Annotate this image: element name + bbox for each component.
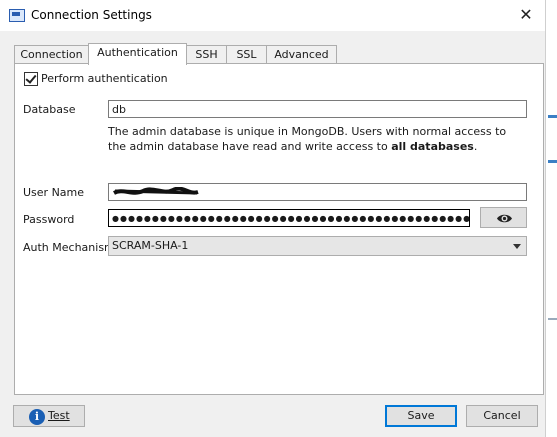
tab-connection[interactable]: Connection bbox=[14, 45, 89, 64]
database-label: Database bbox=[23, 103, 76, 116]
tab-authentication[interactable]: Authentication bbox=[88, 43, 187, 65]
tab-ssl[interactable]: SSL bbox=[226, 45, 267, 64]
tab-advanced[interactable]: Advanced bbox=[266, 45, 337, 64]
connection-settings-dialog: Connection Settings ✕ Connection Authent… bbox=[0, 0, 546, 437]
chevron-down-icon bbox=[513, 244, 521, 249]
database-field[interactable]: db bbox=[108, 100, 527, 118]
test-button-label: Test bbox=[48, 409, 70, 422]
perform-auth-label[interactable]: Perform authentication bbox=[41, 72, 168, 85]
show-password-button[interactable] bbox=[480, 207, 527, 228]
username-field[interactable] bbox=[108, 183, 527, 201]
cancel-button[interactable]: Cancel bbox=[466, 405, 538, 427]
perform-auth-checkbox[interactable] bbox=[24, 72, 38, 86]
title-bar[interactable]: Connection Settings ✕ bbox=[0, 0, 545, 31]
authentication-panel: Perform authentication Database db The a… bbox=[14, 63, 544, 395]
auth-mechanism-label: Auth Mechanism bbox=[23, 241, 115, 254]
database-help-text: The admin database is unique in MongoDB.… bbox=[108, 125, 507, 153]
password-label: Password bbox=[23, 213, 75, 226]
redacted-username-scribble bbox=[113, 187, 199, 195]
eye-icon bbox=[497, 214, 512, 223]
window-title: Connection Settings bbox=[31, 8, 152, 22]
window-app-icon bbox=[9, 9, 25, 22]
info-icon: i bbox=[29, 409, 45, 425]
auth-mechanism-select[interactable]: SCRAM-SHA-1 bbox=[108, 236, 527, 256]
auth-mechanism-value: SCRAM-SHA-1 bbox=[112, 239, 189, 252]
tab-ssh[interactable]: SSH bbox=[186, 45, 227, 64]
password-field[interactable]: ●●●●●●●●●●●●●●●●●●●●●●●●●●●●●●●●●●●●●●●●… bbox=[108, 209, 470, 227]
background-window-edge bbox=[546, 0, 557, 437]
username-label: User Name bbox=[23, 186, 85, 199]
save-button[interactable]: Save bbox=[385, 405, 457, 427]
close-icon[interactable]: ✕ bbox=[515, 4, 537, 26]
test-button[interactable]: i Test bbox=[13, 405, 85, 427]
